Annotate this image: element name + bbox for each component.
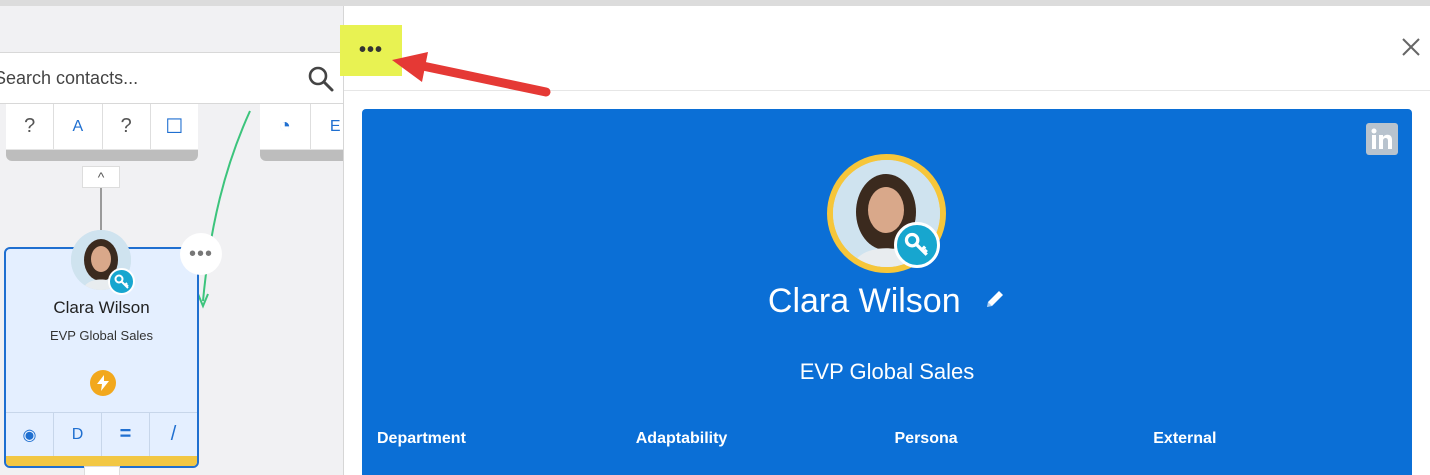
card-cell-a[interactable]: A <box>54 104 103 149</box>
contact-detail-panel: ••• Clara Wilson EVP Global Sales Depart… <box>340 6 1430 475</box>
lightning-icon[interactable] <box>90 370 116 396</box>
card-footer-gold <box>6 456 197 466</box>
collapse-button[interactable]: ^ <box>82 166 120 188</box>
expand-button[interactable] <box>84 466 120 475</box>
card-cell-unknown-2[interactable]: ? <box>103 104 151 149</box>
card-cell-circle[interactable]: ◔ <box>260 104 311 149</box>
card-cell-e[interactable]: E <box>311 104 344 149</box>
edit-icon[interactable] <box>984 288 1006 310</box>
card-action-bar: ◉ D = / <box>6 412 197 456</box>
profile-title: EVP Global Sales <box>799 359 975 384</box>
card-action-equals[interactable]: = <box>102 413 150 456</box>
connector-curve <box>197 110 251 309</box>
search-input[interactable] <box>0 53 294 103</box>
contact-title: EVP Global Sales <box>49 328 154 343</box>
card-footer <box>6 150 198 161</box>
card-footer <box>260 150 343 161</box>
close-icon[interactable] <box>1399 35 1423 59</box>
connector-line <box>100 188 102 233</box>
field-external-label: External <box>1153 430 1217 447</box>
card-cell-square[interactable]: ☐ <box>151 104 198 149</box>
org-chart-canvas[interactable]: ? A ? ☐ ◔ E ^ Clara Wilson EVP Global Sa… <box>0 6 343 475</box>
more-options-button[interactable]: ••• <box>340 25 402 76</box>
field-persona-label: Persona <box>894 430 958 447</box>
field-department-label: Department <box>377 430 466 447</box>
profile-name: Clara Wilson <box>767 282 961 320</box>
search-bar <box>0 52 343 104</box>
contact-card-above-right[interactable]: ◔ E <box>260 104 343 161</box>
profile-header: Clara Wilson EVP Global Sales Department… <box>362 109 1412 475</box>
card-action-d[interactable]: D <box>54 413 102 456</box>
more-options-icon[interactable]: ••• <box>180 233 222 275</box>
profile-name-row: Clara Wilson <box>362 282 1412 321</box>
search-icon[interactable] <box>307 65 335 93</box>
panel-header: ••• <box>340 6 1430 91</box>
field-adaptability-label: Adaptability <box>635 430 728 447</box>
card-cell-unknown-1[interactable]: ? <box>6 104 55 149</box>
linkedin-icon[interactable] <box>1366 123 1398 155</box>
contact-name: Clara Wilson <box>53 298 150 317</box>
contact-card-above-left[interactable]: ? A ? ☐ <box>6 104 198 161</box>
card-action-radio[interactable]: ◉ <box>6 413 54 456</box>
profile-fields: Department Adaptability Persona External <box>377 430 1412 448</box>
card-action-slash[interactable]: / <box>150 413 197 456</box>
key-icon <box>894 222 940 268</box>
key-icon <box>108 268 135 295</box>
